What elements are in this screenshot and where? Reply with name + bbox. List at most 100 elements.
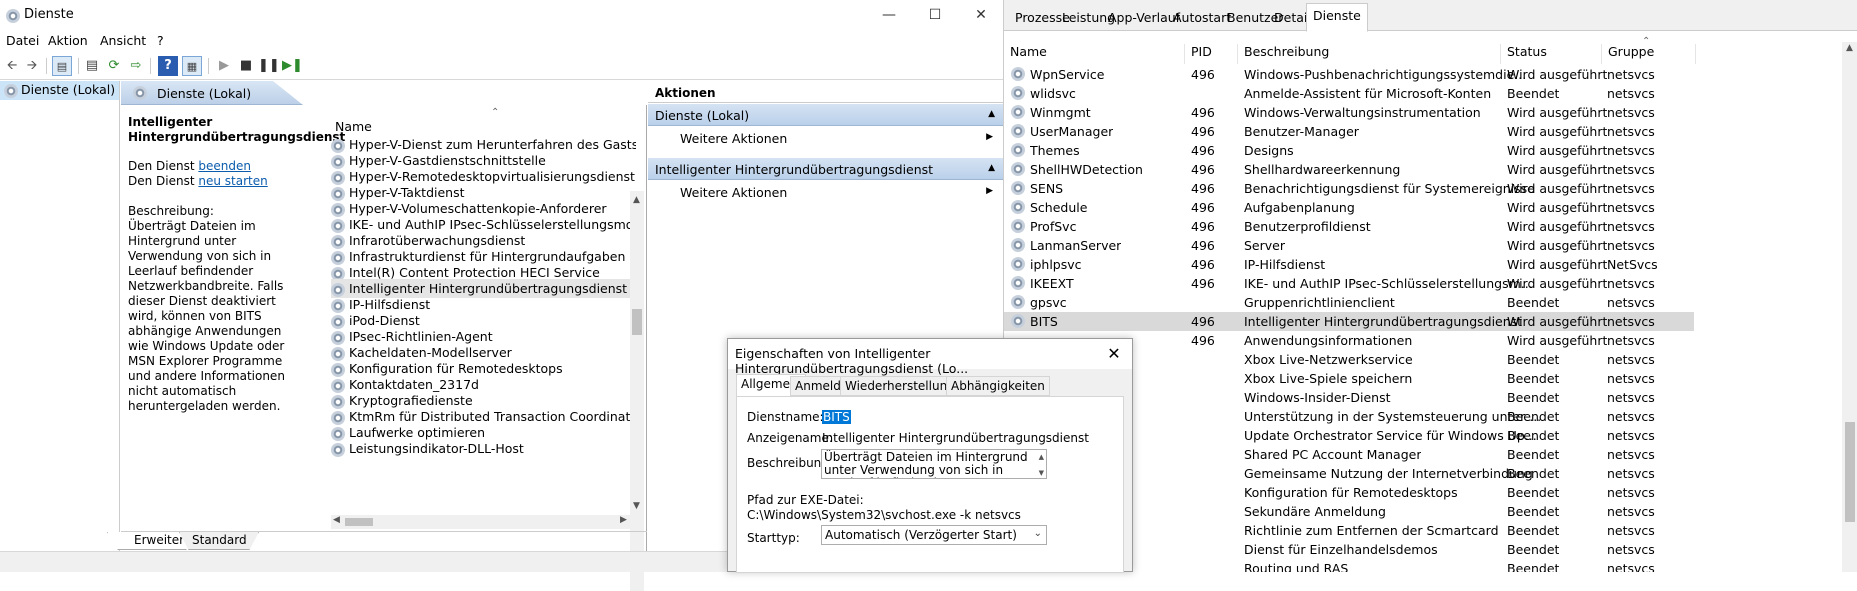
service-name: Infrastrukturdienst für Hintergrundaufga…	[349, 249, 626, 264]
tm-service-row[interactable]: iphlpsvc 496 IP-Hilfsdienst Wird ausgeführt…	[1004, 255, 1694, 274]
cell-group: netsvcs	[1607, 67, 1655, 82]
actions-section-services[interactable]: Dienste (Lokal) ▲	[648, 104, 1003, 126]
refresh-icon[interactable]: ⟳	[104, 56, 124, 76]
tm-service-row[interactable]: SENS 496 Benachrichtigungsdienst für Syste…	[1004, 179, 1694, 198]
start-service-icon[interactable]: ▶	[214, 56, 234, 76]
tm-service-row[interactable]: Winmgmt 496 Windows-Verwaltungsinstrumenta…	[1004, 103, 1694, 122]
tm-service-row[interactable]: UserManager 496 Benutzer-Manager Wird ausge…	[1004, 122, 1694, 141]
tm-service-row[interactable]: IKEEXT 496 IKE- und AuthIP IPsec-Schlüssel…	[1004, 274, 1694, 293]
scroll-thumb[interactable]	[632, 309, 642, 335]
cell-name: ProfSvc	[1030, 219, 1077, 234]
tm-service-row[interactable]: wlidsvc Anmelde-Assistent für Microsoft-K…	[1004, 84, 1694, 103]
tm-service-row[interactable]: Themes 496 Designs Wird ausgeführt netsvcs	[1004, 141, 1694, 160]
service-name-value[interactable]: BITS	[822, 410, 851, 424]
service-name: IPsec-Richtlinien-Agent	[349, 329, 493, 344]
col-status[interactable]: Status	[1501, 44, 1602, 64]
cell-desc: Windows-Verwaltungsinstrumentation	[1244, 105, 1481, 120]
gear-icon	[6, 8, 20, 23]
scroll-thumb[interactable]	[1845, 422, 1855, 522]
tm-service-row[interactable]: gpsvc Gruppenrichtlinienclient Beendet nets…	[1004, 293, 1694, 312]
service-name: Hyper-V-Volumeschattenkopie-Anforderer	[349, 201, 607, 216]
gear-icon	[331, 442, 345, 457]
console-tree-icon[interactable]: ▤	[52, 56, 72, 76]
forward-arrow-icon[interactable]: 🡪	[22, 56, 42, 76]
cell-status: Wird ausgeführt	[1507, 105, 1608, 120]
cell-status: Wird ausgeführt	[1507, 200, 1608, 215]
cell-status: Beendet	[1507, 352, 1560, 367]
tm-scrollbar[interactable]: ▲	[1842, 42, 1857, 572]
cell-pid: 496	[1191, 181, 1215, 196]
cell-group: netsvcs	[1607, 124, 1655, 139]
tm-tab-dienste[interactable]: Dienste	[1306, 3, 1368, 32]
dialog-tab-wiederherstellung[interactable]: Wiederherstellung	[840, 376, 960, 396]
more-actions-1[interactable]: Weitere Aktionen ▶	[648, 127, 1003, 149]
tree-item-services-local[interactable]: Dienste (Lokal)	[0, 81, 119, 100]
cell-pid: 496	[1191, 257, 1215, 272]
cell-name: Themes	[1030, 143, 1080, 158]
properties-pane-icon[interactable]: ▦	[182, 56, 202, 76]
gear-icon	[133, 86, 147, 100]
menu-aktion[interactable]: Aktion	[48, 33, 88, 48]
hscroll-thumb[interactable]	[345, 518, 373, 526]
dialog-close-button[interactable]: ✕	[1100, 341, 1128, 367]
sort-ascending-icon: ⌃	[1642, 36, 1651, 47]
col-group[interactable]: Gruppe	[1602, 44, 1696, 64]
menu-datei[interactable]: Datei	[6, 33, 39, 48]
cell-status: Wird ausgeführt	[1507, 67, 1608, 82]
cell-group: netsvcs	[1607, 219, 1655, 234]
cell-name: iphlpsvc	[1030, 257, 1082, 272]
col-description[interactable]: Beschreibung	[1238, 44, 1501, 64]
dialog-tab-abhängigkeiten[interactable]: Abhängigkeiten	[946, 376, 1050, 396]
cell-status: Wird ausgeführt	[1507, 124, 1608, 139]
description-label: Beschreibung:	[128, 204, 214, 218]
cell-pid: 496	[1191, 276, 1215, 291]
gear-icon	[1011, 219, 1025, 233]
cell-pid: 496	[1191, 67, 1215, 82]
starttype-select[interactable]: Automatisch (Verzögerter Start) ⌄	[821, 525, 1047, 545]
list-header[interactable]: Name ⌃	[331, 105, 631, 135]
pause-service-icon[interactable]: ❚❚	[258, 56, 280, 76]
service-name: Hyper-V-Dienst zum Herunterfahren des Ga…	[349, 137, 636, 152]
more-actions-2[interactable]: Weitere Aktionen ▶	[648, 181, 1003, 203]
restart-service-link[interactable]: neu starten	[198, 174, 267, 188]
stop-line: Den Dienst beenden	[128, 159, 251, 173]
collapse-icon[interactable]: ▲	[988, 163, 995, 173]
tm-service-row[interactable]: ShellHWDetection 496 Shellhardwareerkennun…	[1004, 160, 1694, 179]
tm-service-row[interactable]: WpnService 496 Windows-Pushbenachrichtigun…	[1004, 65, 1694, 84]
export-icon[interactable]: ⇨	[126, 56, 146, 76]
minimize-button[interactable]: —	[866, 0, 912, 30]
display-name-value[interactable]: Intelligenter Hintergrundübertragungsdie…	[822, 431, 1089, 445]
cell-desc: Shellhardwareerkennung	[1244, 162, 1401, 177]
stop-service-link[interactable]: beenden	[198, 159, 251, 173]
maximize-button[interactable]: ☐	[912, 0, 958, 30]
tm-service-row[interactable]: LanmanServer 496 Server Wird ausgeführt nets…	[1004, 236, 1694, 255]
menu-ansicht[interactable]: Ansicht	[100, 33, 146, 48]
restart-service-icon[interactable]: ▶❚	[282, 56, 303, 76]
services-list-hscrollbar[interactable]: ◀ ▶	[331, 515, 631, 529]
menu-help[interactable]: ?	[157, 33, 164, 48]
cell-desc: Designs	[1244, 143, 1294, 158]
description-textbox[interactable]: Überträgt Dateien im Hintergrund unter V…	[821, 449, 1047, 479]
cell-desc: Windows-Pushbenachrichtigungssystemdie..…	[1244, 67, 1527, 82]
close-button[interactable]: ✕	[958, 0, 1004, 30]
tab-standard[interactable]: Standard	[179, 532, 259, 550]
cell-status: Beendet	[1507, 371, 1560, 386]
actions-section-bits[interactable]: Intelligenter Hintergrundübertragungsdie…	[648, 158, 1003, 180]
help-icon[interactable]: ?	[158, 56, 178, 76]
cell-name: LanmanServer	[1030, 238, 1122, 253]
cell-name: SENS	[1030, 181, 1064, 196]
stop-service-icon[interactable]: ■	[236, 56, 256, 76]
tm-service-row[interactable]: ProfSvc 496 Benutzerprofildienst Wird ausge…	[1004, 217, 1694, 236]
service-name: Intel(R) Content Protection HECI Service	[349, 265, 600, 280]
tm-service-row[interactable]: BITS 496 Intelligenter Hintergrundübertrag…	[1004, 312, 1694, 331]
back-arrow-icon[interactable]: 🡨	[2, 56, 22, 76]
cell-pid: 496	[1191, 124, 1215, 139]
collapse-icon[interactable]: ▲	[988, 109, 995, 119]
export-list-icon[interactable]: ▤	[82, 56, 102, 76]
chevron-down-icon: ⌄	[1033, 528, 1042, 539]
col-pid[interactable]: PID	[1185, 44, 1238, 64]
service-list-item[interactable]: Leistungsindikator-DLL-Host	[331, 439, 636, 458]
menu-bar: Datei Aktion Ansicht ?	[0, 30, 1003, 52]
col-name[interactable]: Name	[1004, 44, 1185, 64]
tm-service-row[interactable]: Schedule 496 Aufgabenplanung Wird ausgeführ…	[1004, 198, 1694, 217]
